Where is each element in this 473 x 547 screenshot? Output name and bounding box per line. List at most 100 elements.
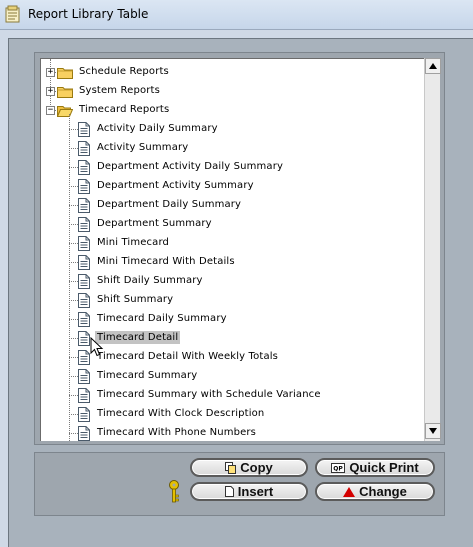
tree-item-label: Timecard Detail [95, 331, 181, 344]
tree-connector-line [69, 319, 78, 320]
folder-icon [57, 68, 73, 79]
change-label: Change [359, 484, 407, 499]
new-page-icon [224, 486, 234, 497]
arrow-down-icon [429, 428, 437, 434]
tree-item-row[interactable]: Shift Summary [41, 291, 421, 310]
report-document-icon [78, 122, 90, 137]
tree-item-label: Timecard With Phone Numbers [97, 427, 257, 438]
tree-folder-row[interactable]: + System Reports [41, 82, 421, 101]
key-icon [169, 480, 179, 503]
tree-item-label: Mini Timecard With Details [97, 256, 235, 267]
insert-label: Insert [237, 484, 274, 499]
report-tree[interactable]: + Schedule Reports + System Reports − Timecar… [40, 58, 424, 441]
tree-connector-line [69, 129, 78, 130]
scroll-down-button[interactable] [425, 423, 441, 439]
tree-connector-line [69, 205, 78, 206]
tree-folder-label: Schedule Reports [79, 66, 169, 77]
tree-item-row[interactable]: Mini Timecard With Details [41, 253, 421, 272]
expand-icon[interactable]: + [46, 87, 55, 96]
collapse-icon[interactable]: − [46, 106, 55, 115]
report-document-icon [78, 141, 90, 156]
tree-connector-line [69, 167, 78, 168]
tree-connector-line [69, 357, 78, 358]
tree-item-label: Mini Timecard [97, 237, 170, 248]
svg-text:QP: QP [334, 465, 344, 472]
tree-connector-line [69, 376, 78, 377]
tree-item-label: Timecard Summary with Schedule Variance [97, 389, 321, 400]
copy-button[interactable]: Copy [190, 458, 308, 477]
tree-item-label: Department Daily Summary [97, 199, 242, 210]
folder-icon [57, 87, 73, 98]
tree-folder-row[interactable]: − Timecard Reports [41, 101, 421, 120]
tree-item-label: Department Activity Summary [97, 180, 254, 191]
tree-item-row[interactable]: Timecard Summary with Schedule Variance [41, 386, 421, 405]
report-document-icon [78, 426, 90, 441]
copy-icon [225, 461, 237, 474]
tree-item-label: Department Summary [97, 218, 212, 229]
tree-item-row[interactable]: Timecard With Clock Description [41, 405, 421, 424]
folder-open-icon [57, 106, 73, 117]
tree-folder-label: System Reports [79, 85, 160, 96]
report-document-icon [78, 293, 90, 308]
tree-item-label: Department Activity Daily Summary [97, 161, 284, 172]
report-document-icon [78, 236, 90, 251]
scroll-up-button[interactable] [425, 58, 441, 74]
tree-connector-line [69, 243, 78, 244]
tree-connector-line [69, 224, 78, 225]
tree-item-label: Activity Daily Summary [97, 123, 218, 134]
report-document-icon [78, 255, 90, 270]
quick-print-icon: QP [331, 462, 346, 473]
tree-connector-line [69, 338, 78, 339]
tree-connector-line [69, 433, 78, 434]
report-document-icon [78, 350, 90, 365]
tree-connector-line [69, 300, 78, 301]
window-title: Report Library Table [28, 7, 149, 21]
tree-folder-row[interactable]: + Schedule Reports [41, 63, 421, 82]
report-document-icon [78, 198, 90, 213]
expand-icon[interactable]: + [46, 68, 55, 77]
quick-print-button[interactable]: QP Quick Print [315, 458, 435, 477]
report-library-icon [5, 5, 20, 23]
tree-item-row[interactable]: Timecard Summary [41, 367, 421, 386]
report-document-icon [78, 369, 90, 384]
report-document-icon [78, 331, 90, 346]
tree-item-label: Shift Summary [97, 294, 174, 305]
tree-item-row[interactable]: Department Activity Summary [41, 177, 421, 196]
report-document-icon [78, 312, 90, 327]
tree-item-label: Timecard Summary [97, 370, 198, 381]
quick-print-label: Quick Print [349, 460, 419, 475]
change-button[interactable]: Change [315, 482, 435, 501]
report-document-icon [78, 179, 90, 194]
tree-item-label: Activity Summary [97, 142, 189, 153]
tree-item-row[interactable]: Mini Timecard [41, 234, 421, 253]
tree-folder-label: Timecard Reports [79, 104, 170, 115]
tree-item-row[interactable]: Department Summary [41, 215, 421, 234]
report-document-icon [78, 407, 90, 422]
report-document-icon [78, 388, 90, 403]
tree-connector-line [69, 148, 78, 149]
mouse-cursor-icon [90, 337, 104, 357]
report-document-icon [78, 217, 90, 232]
arrow-up-icon [429, 63, 437, 69]
tree-scrollbar[interactable] [424, 58, 441, 441]
tree-item-row[interactable]: Timecard Daily Summary [41, 310, 421, 329]
window-title-bar[interactable]: Report Library Table [0, 0, 473, 30]
copy-label: Copy [240, 460, 273, 475]
tree-item-label: Timecard Daily Summary [97, 313, 227, 324]
tree-item-row[interactable]: Department Activity Daily Summary [41, 158, 421, 177]
tree-item-row[interactable]: Timecard With Phone Numbers [41, 424, 421, 441]
report-document-icon [78, 160, 90, 175]
tree-connector-line [69, 281, 78, 282]
tree-item-row[interactable]: Department Daily Summary [41, 196, 421, 215]
tree-connector-line [69, 186, 78, 187]
tree-item-label: Timecard Detail With Weekly Totals [97, 351, 279, 362]
tree-connector-line [69, 414, 78, 415]
insert-button[interactable]: Insert [190, 482, 308, 501]
tree-item-label: Shift Daily Summary [97, 275, 203, 286]
tree-item-row[interactable]: Activity Daily Summary [41, 120, 421, 139]
tree-item-row[interactable]: Shift Daily Summary [41, 272, 421, 291]
tree-item-row[interactable]: Activity Summary [41, 139, 421, 158]
report-document-icon [78, 274, 90, 289]
tree-connector-line [69, 395, 78, 396]
tree-item-label: Timecard With Clock Description [97, 408, 265, 419]
